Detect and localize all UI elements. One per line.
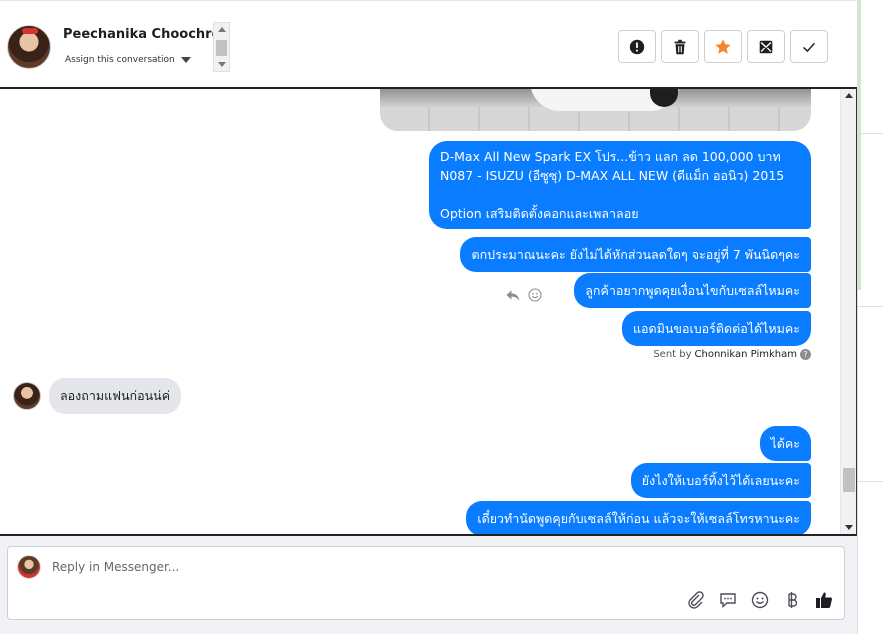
thread-scrollbar[interactable] (840, 89, 856, 534)
contact-avatar-small[interactable] (13, 382, 41, 410)
panel-divider (858, 481, 883, 482)
panel-divider (858, 306, 883, 307)
mark-unread-button[interactable] (747, 30, 785, 63)
outgoing-message[interactable]: ยังไงให้เบอร์ทิ้งไว้ได้เลยนะคะ (630, 463, 811, 498)
outgoing-message[interactable]: ตกประมาณนะคะ ยังไม่ได้หักส่วนลดใดๆ จะอยู… (460, 237, 811, 272)
spam-button[interactable] (618, 30, 656, 63)
scroll-thumb[interactable] (216, 40, 227, 56)
assign-label: Assign this conversation (65, 55, 175, 65)
star-icon (715, 38, 731, 54)
page-bottom-strip (0, 620, 857, 634)
message-line: Option เสริมติดตั้งคอกและเพลาลอย (440, 206, 639, 221)
check-icon (803, 42, 815, 52)
trash-icon (674, 39, 686, 54)
paperclip-icon[interactable] (686, 590, 706, 610)
message-line: D-Max All New Spark EX โปร...ข้าว แลก ลด… (440, 149, 781, 164)
sent-by-prefix: Sent by (653, 349, 692, 360)
details-side-panel (857, 0, 883, 634)
assign-conversation-dropdown[interactable]: Assign this conversation (65, 55, 191, 65)
emoji-reaction-icon[interactable] (527, 287, 543, 303)
outgoing-message[interactable]: เดี๋ยวทำนัดพูดคุยกับเซลล์ให้ก่อน แล้วจะใ… (466, 501, 811, 534)
panel-divider (858, 133, 883, 134)
exclamation-icon (629, 39, 645, 54)
baht-icon[interactable] (782, 590, 802, 610)
scroll-down-arrow-icon[interactable] (218, 62, 226, 67)
outgoing-message[interactable]: D-Max All New Spark EX โปร...ข้าว แลก ลด… (429, 141, 811, 229)
outgoing-message[interactable]: ได้คะ (759, 426, 811, 461)
mark-done-button[interactable] (790, 30, 828, 63)
message-hover-tools (505, 287, 543, 303)
scroll-down-arrow-icon[interactable] (845, 525, 853, 530)
thumbs-up-icon[interactable] (814, 590, 834, 610)
emoji-icon[interactable] (750, 590, 770, 610)
contact-avatar[interactable] (7, 25, 51, 69)
sent-by-label: Sent by Chonnikan Pimkham ? (653, 349, 811, 360)
image-attachment[interactable] (380, 89, 811, 131)
composer-tools (686, 590, 834, 610)
header-scrollbar[interactable] (213, 22, 230, 72)
reply-input[interactable]: Reply in Messenger... (52, 560, 179, 574)
page-avatar (17, 555, 41, 579)
reply-composer[interactable]: Reply in Messenger... (7, 546, 845, 620)
message-thread[interactable]: D-Max All New Spark EX โปร...ข้าว แลก ลด… (0, 87, 857, 536)
star-button[interactable] (704, 30, 742, 63)
scroll-thumb[interactable] (843, 468, 855, 492)
conversation-actions (618, 30, 828, 63)
help-icon[interactable]: ? (800, 349, 811, 360)
scroll-up-arrow-icon[interactable] (218, 27, 226, 32)
mark-unread-icon (759, 40, 773, 53)
saved-reply-icon[interactable] (718, 590, 738, 610)
incoming-message[interactable]: ลองถามแฟนก่อนน่ค่ (49, 378, 182, 414)
caret-down-icon (180, 57, 191, 63)
panel-accent (858, 0, 861, 290)
outgoing-message[interactable]: แอดมินขอเบอร์ติดต่อได้ไหมคะ (621, 311, 811, 346)
sent-by-name: Chonnikan Pimkham (694, 349, 797, 360)
inbox-app: Peechanika Choochred Assign this convers… (0, 0, 883, 634)
scroll-up-arrow-icon[interactable] (845, 93, 853, 98)
outgoing-message[interactable]: ลูกค้าอยากพูดคุยเงื่อนไขกับเซลล์ไหมคะ (574, 273, 811, 308)
message-line: N087 - ISUZU (อีซูซุ) D-MAX ALL NEW (ดีแ… (440, 168, 785, 183)
delete-button[interactable] (661, 30, 699, 63)
contact-name[interactable]: Peechanika Choochred (63, 27, 230, 42)
reply-icon[interactable] (505, 287, 521, 303)
conversation-header: Peechanika Choochred Assign this convers… (0, 0, 857, 87)
